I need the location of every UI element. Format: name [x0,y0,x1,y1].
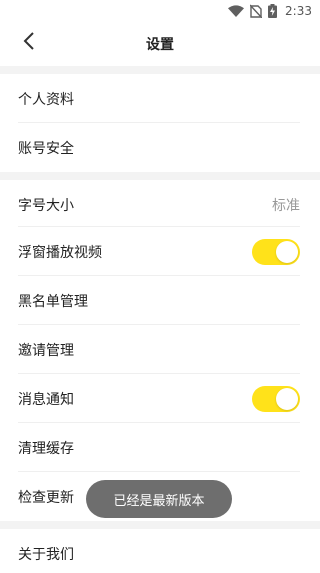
no-sim-icon [250,4,263,18]
settings-screen: 2:33 设置 个人资料 账号安全 字号大小 标准 浮窗播放视频 黑名单管理 邀… [0,0,320,573]
row-account-security[interactable]: 账号安全 [0,123,320,172]
chevron-left-icon [23,32,35,54]
section-divider [0,66,320,74]
section-divider [0,172,320,180]
section-divider [0,521,320,529]
top-bar: 设置 [0,22,320,66]
row-blacklist[interactable]: 黑名单管理 [0,276,320,325]
floating-video-toggle[interactable] [252,238,300,265]
row-profile[interactable]: 个人资料 [0,74,320,123]
toggle-knob [276,240,298,263]
row-label: 消息通知 [18,391,74,408]
status-time: 2:33 [285,4,312,18]
notifications-toggle[interactable] [252,385,300,412]
wifi-icon [228,5,245,17]
row-floating-video: 浮窗播放视频 [0,227,320,276]
row-label: 清理缓存 [18,440,74,457]
row-label: 黑名单管理 [18,293,88,310]
row-label: 关于我们 [18,546,74,563]
row-invitations[interactable]: 邀请管理 [0,325,320,374]
row-notifications: 消息通知 [0,374,320,423]
row-font-size[interactable]: 字号大小 标准 [0,180,320,229]
status-bar: 2:33 [0,0,320,22]
row-label: 账号安全 [18,140,74,157]
battery-charging-icon [268,4,278,18]
row-label: 个人资料 [18,91,74,108]
toggle-knob [276,387,298,410]
row-label: 检查更新 [18,489,74,506]
row-clear-cache[interactable]: 清理缓存 [0,423,320,472]
row-about-us[interactable]: 关于我们 [0,529,320,573]
row-label: 字号大小 [18,197,74,214]
font-size-value: 标准 [272,197,300,214]
toast-message: 已经是最新版本 [86,480,232,518]
row-label: 浮窗播放视频 [18,244,102,261]
row-label: 邀请管理 [18,342,74,359]
page-title: 设置 [146,37,174,53]
back-button[interactable] [14,28,44,58]
